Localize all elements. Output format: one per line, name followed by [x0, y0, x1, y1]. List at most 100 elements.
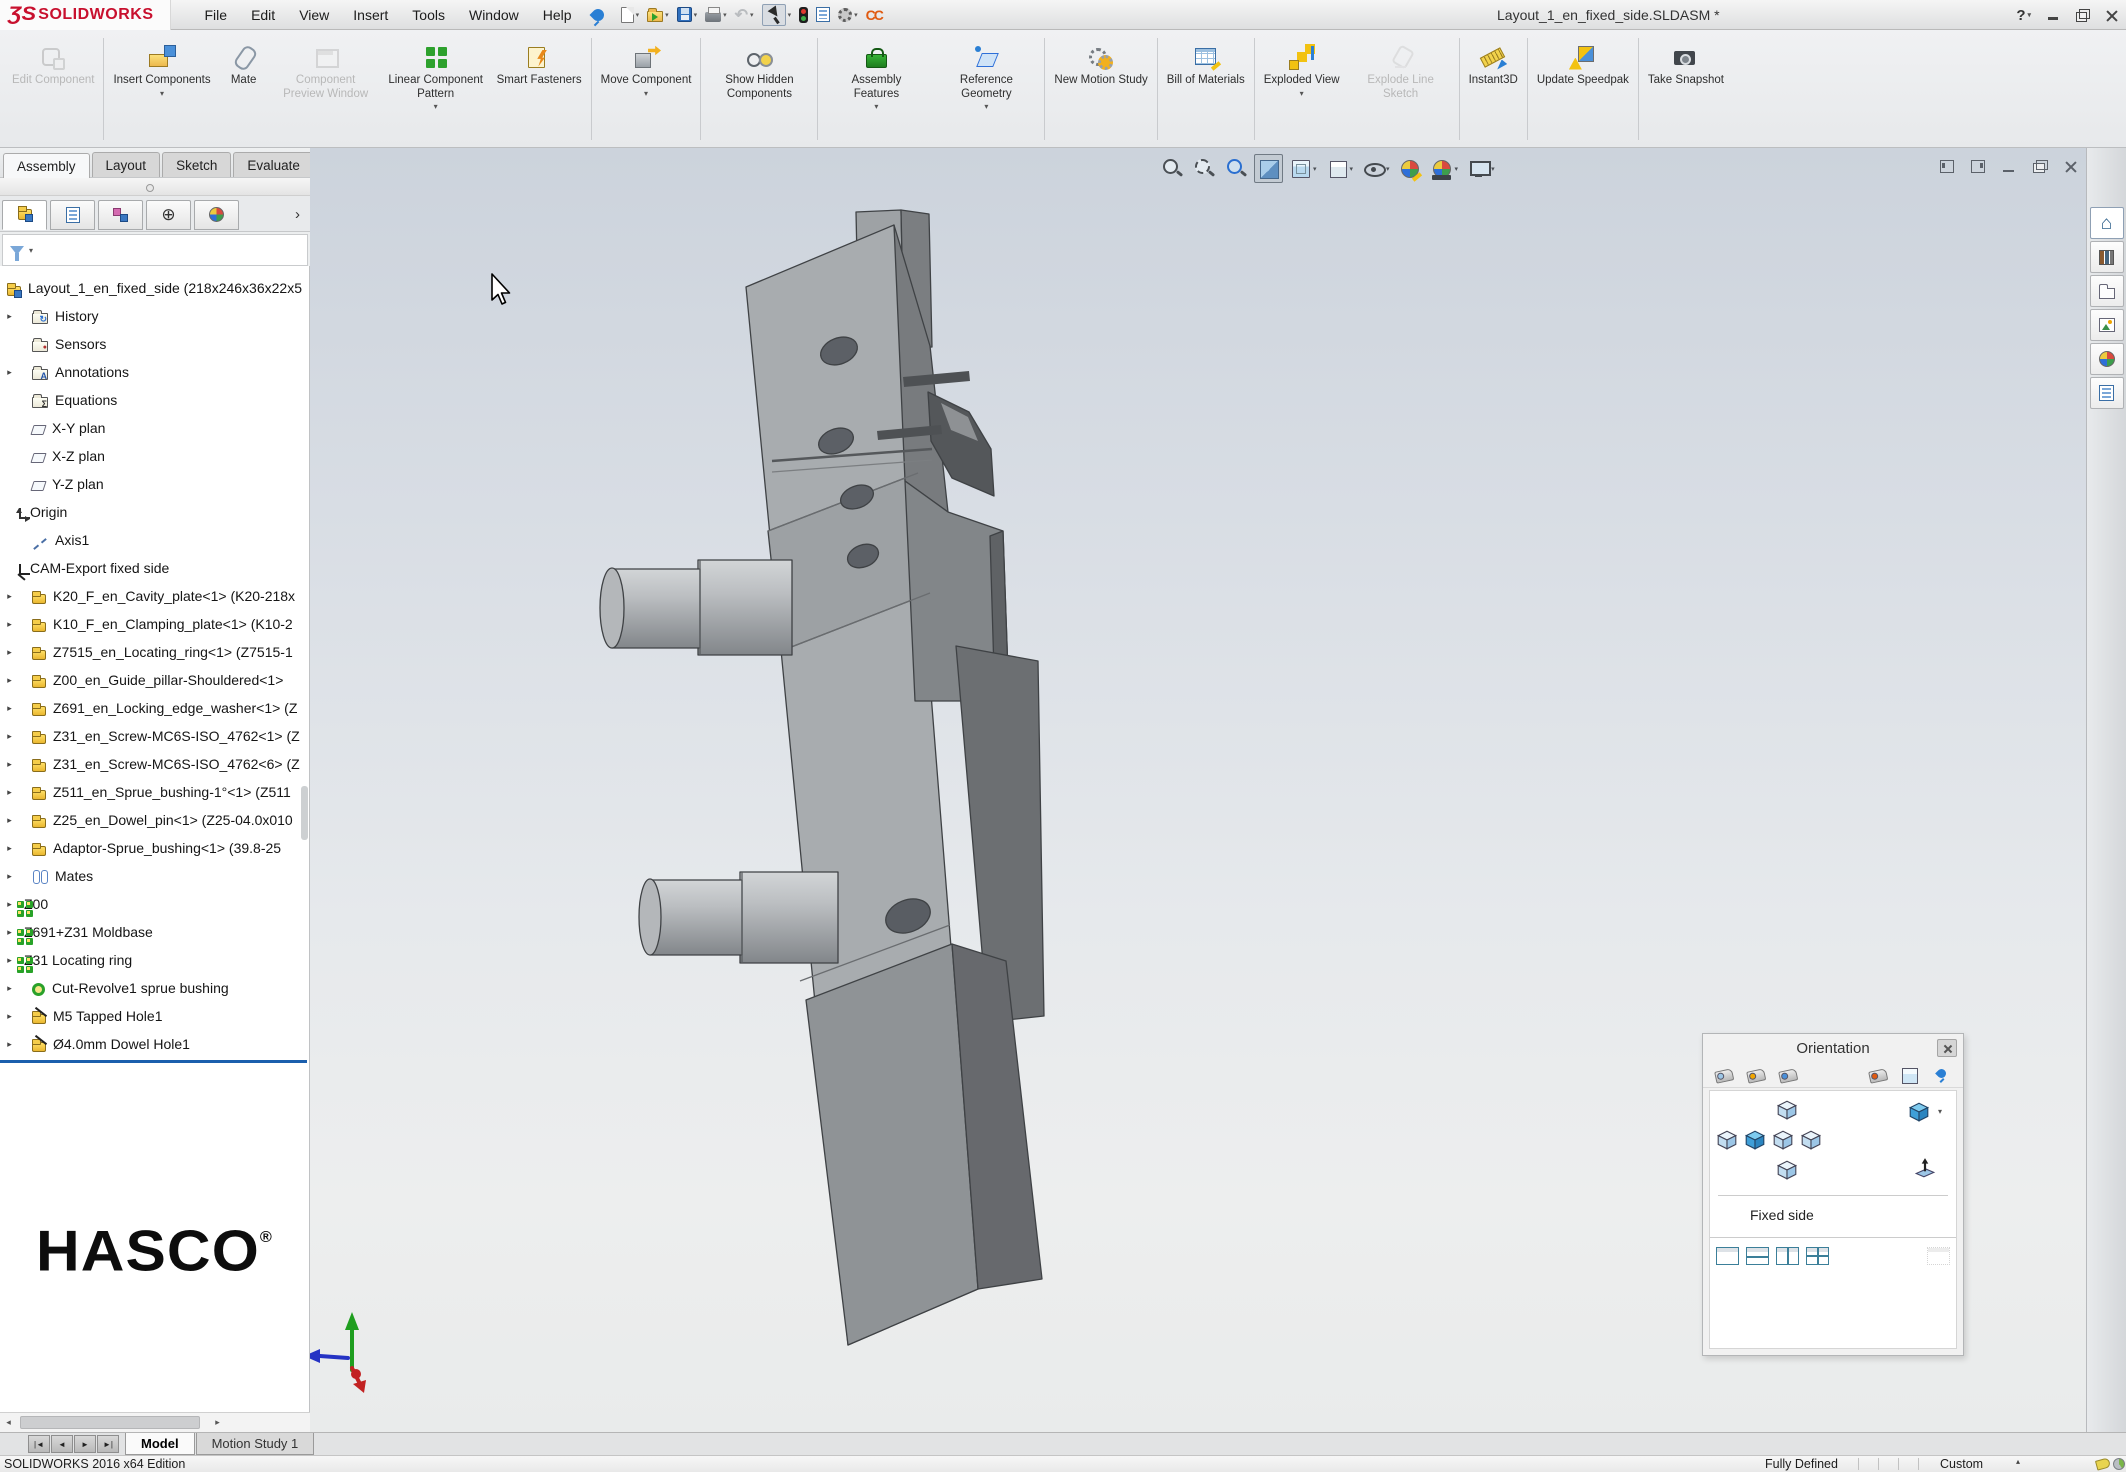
tree-item[interactable]: ▸ K20_F_en_Cavity_plate<1> (K20-218x [0, 582, 309, 610]
task-pane-button[interactable] [2090, 207, 2124, 239]
view-isometric-cube[interactable] [1906, 1099, 1932, 1125]
dropdown-caret-icon[interactable]: ▾ [601, 89, 692, 98]
dropdown-caret-icon[interactable]: ▾ [1313, 165, 1317, 173]
dropdown-caret-icon[interactable]: ▾ [750, 11, 754, 19]
tree-item[interactable]: ▸ Annotations [0, 358, 309, 386]
command-button[interactable]: Assembly Features ▾ [821, 38, 931, 114]
motion-nav-button[interactable]: ►| [97, 1435, 119, 1453]
command-tab[interactable]: Assembly [3, 153, 90, 178]
tree-item[interactable]: ▸ Z31_en_Screw-MC6S-ISO_4762<6> (Z [0, 750, 309, 778]
doc-window-control[interactable] [2033, 160, 2047, 173]
tree-item[interactable]: ▸ Z25_en_Dowel_pin<1> (Z25-04.0x010 [0, 806, 309, 834]
expand-arrow-icon[interactable]: ▸ [3, 759, 16, 770]
headsup-button[interactable]: ▾ [1396, 154, 1425, 183]
headsup-button[interactable]: ▾ [1222, 154, 1251, 183]
quick-access-button[interactable]: ▾ [644, 5, 672, 24]
expand-arrow-icon[interactable]: ▸ [3, 787, 16, 798]
edit-configuration-icon[interactable] [2095, 1457, 2111, 1470]
help-button[interactable]: ?▾ [2016, 7, 2031, 24]
view-left-cube[interactable] [1714, 1127, 1740, 1153]
orientation-tool-button[interactable] [1865, 1067, 1891, 1083]
manager-tab[interactable] [2, 200, 47, 230]
quick-access-button[interactable]: ▾ [835, 6, 861, 24]
dropdown-caret-icon[interactable]: ▾ [113, 89, 210, 98]
tree-item[interactable]: ▸ X-Z plan [0, 442, 309, 470]
doc-window-control[interactable] [2064, 160, 2078, 173]
command-button[interactable]: Mate ▾ [217, 38, 271, 90]
tree-item[interactable]: ▸ Axis1 [0, 526, 309, 554]
tree-filter[interactable]: ▾ [2, 234, 308, 266]
tree-item[interactable]: ▸ X-Y plan [0, 414, 309, 442]
command-button[interactable]: Update Speedpak ▾ [1531, 38, 1635, 90]
expand-arrow-icon[interactable]: ▸ [3, 367, 16, 378]
dropdown-caret-icon[interactable]: ▾ [1264, 89, 1340, 98]
dropdown-caret-icon[interactable]: ▾ [854, 11, 858, 19]
quick-access-button[interactable]: ▾ [863, 5, 885, 25]
manager-tab[interactable] [50, 200, 95, 230]
headsup-button[interactable]: ▾ [1190, 154, 1219, 183]
tree-item[interactable]: ▸ Z31_en_Screw-MC6S-ISO_4762<1> (Z [0, 722, 309, 750]
tree-root-assembly[interactable]: Layout_1_en_fixed_side (218x246x36x22x5 [0, 274, 309, 302]
tree-item[interactable]: ▸ Cut-Revolve1 sprue bushing [0, 974, 309, 1002]
expand-arrow-icon[interactable]: ▸ [3, 619, 16, 630]
headsup-button[interactable]: ▾ [1286, 154, 1320, 183]
menu-item[interactable]: Edit [239, 2, 287, 28]
expand-arrow-icon[interactable]: ▸ [3, 843, 16, 854]
dropdown-caret-icon[interactable]: ▾ [387, 102, 485, 111]
expand-arrow-icon[interactable]: ▸ [3, 955, 16, 966]
expand-arrow-icon[interactable]: ▸ [3, 703, 16, 714]
task-pane-button[interactable] [2090, 309, 2124, 341]
viewport-layout-button[interactable] [1746, 1247, 1769, 1265]
expand-arrow-icon[interactable]: ▸ [3, 815, 16, 826]
command-button[interactable]: Explode Line Sketch ▾ [1346, 38, 1456, 103]
tree-item[interactable]: ▸ History [0, 302, 309, 330]
saved-view-fixed-side[interactable]: Fixed side [1750, 1207, 1814, 1223]
doc-window-control[interactable] [2002, 160, 2016, 173]
expand-arrow-icon[interactable]: ▸ [3, 675, 16, 686]
tree-item[interactable]: ▸ Sensors [0, 330, 309, 358]
tree-item[interactable]: ▸ M5 Tapped Hole1 [0, 1002, 309, 1030]
command-button[interactable]: Edit Component ▾ [6, 38, 100, 90]
config-caret-icon[interactable]: ▴ [2016, 1457, 2020, 1471]
orientation-tool-button[interactable] [1711, 1067, 1737, 1083]
dropdown-caret-icon[interactable]: ▾ [694, 11, 698, 19]
tree-item[interactable]: ▸ Equations [0, 386, 309, 414]
dropdown-caret-icon[interactable]: ▾ [1386, 165, 1390, 173]
doc-window-control[interactable] [1940, 160, 1954, 173]
expand-arrow-icon[interactable]: ▸ [3, 1039, 16, 1050]
task-pane-button[interactable] [2090, 343, 2124, 375]
tree-item[interactable]: ▸ CAM-Export fixed side [0, 554, 309, 582]
command-button[interactable]: Instant3D ▾ [1463, 38, 1524, 90]
headsup-button[interactable]: ▾ [1359, 154, 1393, 183]
viewport-layout-button[interactable] [1927, 1247, 1950, 1265]
filter-caret-icon[interactable]: ▾ [29, 246, 33, 255]
viewport-layout-button[interactable] [1806, 1247, 1829, 1265]
panel-horizontal-scrollbar[interactable]: ◂ ▸ [0, 1412, 310, 1432]
command-button[interactable]: Reference Geometry ▾ [931, 38, 1041, 114]
tree-item[interactable]: ▸ Mates [0, 862, 309, 890]
manager-tab[interactable] [194, 200, 239, 230]
quick-access-button[interactable]: ▾ [702, 5, 730, 24]
command-button[interactable]: Move Component ▾ [595, 38, 698, 100]
quick-access-button[interactable]: ▾ [618, 5, 643, 25]
headsup-button[interactable]: ▾ [1323, 154, 1357, 183]
headsup-button[interactable]: ▾ [1158, 154, 1187, 183]
expand-arrow-icon[interactable]: ▸ [3, 983, 16, 994]
expand-arrow-icon[interactable]: ▸ [3, 311, 16, 322]
quick-access-button[interactable]: ▾ [796, 5, 811, 25]
expand-arrow-icon[interactable]: ▸ [3, 927, 16, 938]
close-icon[interactable] [2105, 9, 2118, 22]
view-back-cube[interactable] [1798, 1127, 1824, 1153]
viewport-layout-button[interactable] [1716, 1247, 1739, 1265]
task-pane-button[interactable] [2090, 241, 2124, 273]
dropdown-caret-icon[interactable]: ▾ [636, 11, 640, 19]
mold-assembly-model[interactable] [600, 210, 1044, 1345]
manager-tab[interactable] [146, 200, 191, 230]
dropdown-caret-icon[interactable]: ▾ [1455, 165, 1459, 173]
expand-arrow-icon[interactable]: ▸ [3, 647, 16, 658]
menu-item[interactable]: Insert [341, 2, 400, 28]
menu-item[interactable]: Window [457, 2, 531, 28]
motion-nav-button[interactable]: ► [74, 1435, 96, 1453]
pin-menu-icon[interactable] [589, 6, 606, 23]
bottom-tab[interactable]: Model [125, 1433, 195, 1455]
